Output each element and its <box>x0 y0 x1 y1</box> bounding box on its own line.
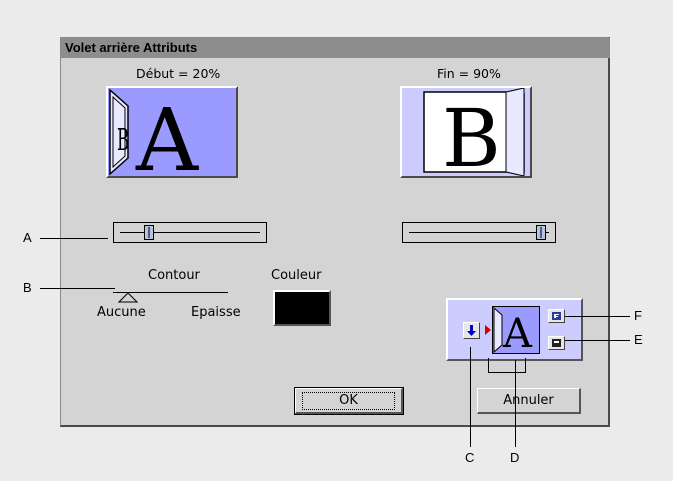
outline-thumb-icon[interactable] <box>118 292 138 304</box>
callout-f-label: F <box>634 308 642 323</box>
start-slider-thumb[interactable] <box>144 225 154 240</box>
start-slider[interactable] <box>113 222 267 243</box>
end-preview: B <box>400 86 532 178</box>
callout-e-line <box>565 340 630 341</box>
callout-c-label: C <box>465 450 475 465</box>
callout-c-line <box>470 347 471 447</box>
dialog-title: Volet arrière Attributs <box>61 38 610 58</box>
outline-max-label: Epaisse <box>191 305 241 320</box>
start-preview-letter: A <box>135 91 199 176</box>
selected-edge-marker-icon <box>485 325 491 335</box>
direction-panel: A <box>446 298 583 361</box>
ok-button-label: OK <box>302 392 395 410</box>
callout-d-bracket-left <box>488 358 489 372</box>
callout-d-line <box>515 360 516 447</box>
callout-d-label: D <box>510 450 520 465</box>
callout-a-label: A <box>23 230 32 245</box>
color-swatch[interactable] <box>273 290 331 326</box>
transition-attributes-dialog: Volet arrière Attributs Début = 20% Fin … <box>60 37 610 427</box>
callout-b-label: B <box>23 280 32 295</box>
start-label: Début = 20% <box>136 66 221 81</box>
callout-e-label: E <box>634 332 643 347</box>
outline-title: Contour <box>148 268 200 283</box>
end-preview-letter: B <box>442 92 501 176</box>
direction-thumbnail[interactable]: A <box>492 306 540 357</box>
outline-min-label: Aucune <box>97 305 146 320</box>
direction-thumbnail-letter: A <box>502 311 533 353</box>
color-title: Couleur <box>271 268 322 283</box>
forward-direction-icon[interactable] <box>548 309 565 323</box>
reverse-direction-icon[interactable] <box>548 336 565 350</box>
start-preview: B A <box>106 86 238 178</box>
end-slider[interactable] <box>402 222 556 243</box>
callout-f-line <box>565 316 630 317</box>
callout-a-line <box>40 238 108 239</box>
start-fold-letter: B <box>117 123 129 158</box>
arrow-down-icon[interactable] <box>463 322 480 339</box>
callout-d-bracket <box>488 372 526 373</box>
cancel-button[interactable]: Annuler <box>477 388 581 414</box>
ok-button[interactable]: OK <box>294 387 404 415</box>
end-slider-thumb[interactable] <box>536 225 546 240</box>
callout-d-bracket-right <box>525 358 526 372</box>
callout-b-line <box>40 288 115 289</box>
end-label: Fin = 90% <box>437 66 501 81</box>
